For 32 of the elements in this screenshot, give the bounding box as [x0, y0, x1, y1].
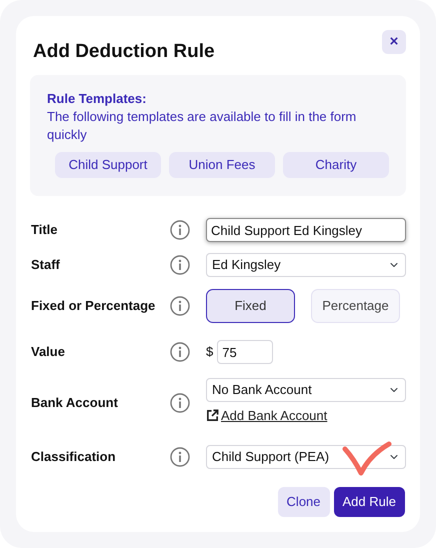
external-link-icon: [206, 409, 219, 422]
info-icon[interactable]: [170, 392, 190, 413]
info-icon[interactable]: [170, 342, 190, 362]
text-field[interactable]: Child Support Ed Kingsley: [206, 218, 406, 242]
check-mark-icon: [342, 441, 392, 477]
field-label: Title: [30, 221, 58, 240]
template-button[interactable]: Child Support: [55, 152, 161, 178]
template-button[interactable]: Charity: [283, 152, 389, 178]
templates-description: The following templates are available to fill in the form quickly: [47, 108, 358, 144]
info-icon[interactable]: [170, 446, 190, 467]
add-rule-button[interactable]: Add Rule: [334, 486, 405, 517]
field-label: Classification: [30, 448, 117, 466]
template-button[interactable]: Union Fees: [169, 152, 275, 178]
field-label: Value: [30, 343, 66, 362]
close-button[interactable]: ×: [382, 30, 406, 54]
dialog-title: Add Deduction Rule: [33, 40, 215, 64]
info-icon[interactable]: [170, 255, 190, 275]
clone-button[interactable]: Clone: [278, 486, 330, 517]
currency-symbol: $: [206, 343, 214, 362]
templates-heading: Rule Templates:: [47, 90, 148, 108]
toggle-button[interactable]: Fixed: [206, 289, 295, 323]
select-field[interactable]: No Bank Account: [206, 378, 406, 402]
select-field[interactable]: Child Support (PEA): [206, 444, 406, 469]
info-icon[interactable]: [170, 296, 190, 316]
toggle-button[interactable]: Percentage: [311, 289, 400, 323]
field-label: Fixed or Percentage: [30, 297, 156, 316]
field-label: Bank Account: [30, 394, 119, 412]
info-icon[interactable]: [170, 220, 190, 240]
add-bank-account-link[interactable]: Add Bank Account: [206, 406, 328, 426]
value-field[interactable]: 75: [217, 340, 274, 364]
select-field[interactable]: Ed Kingsley: [206, 253, 406, 277]
field-label: Staff: [30, 256, 61, 274]
